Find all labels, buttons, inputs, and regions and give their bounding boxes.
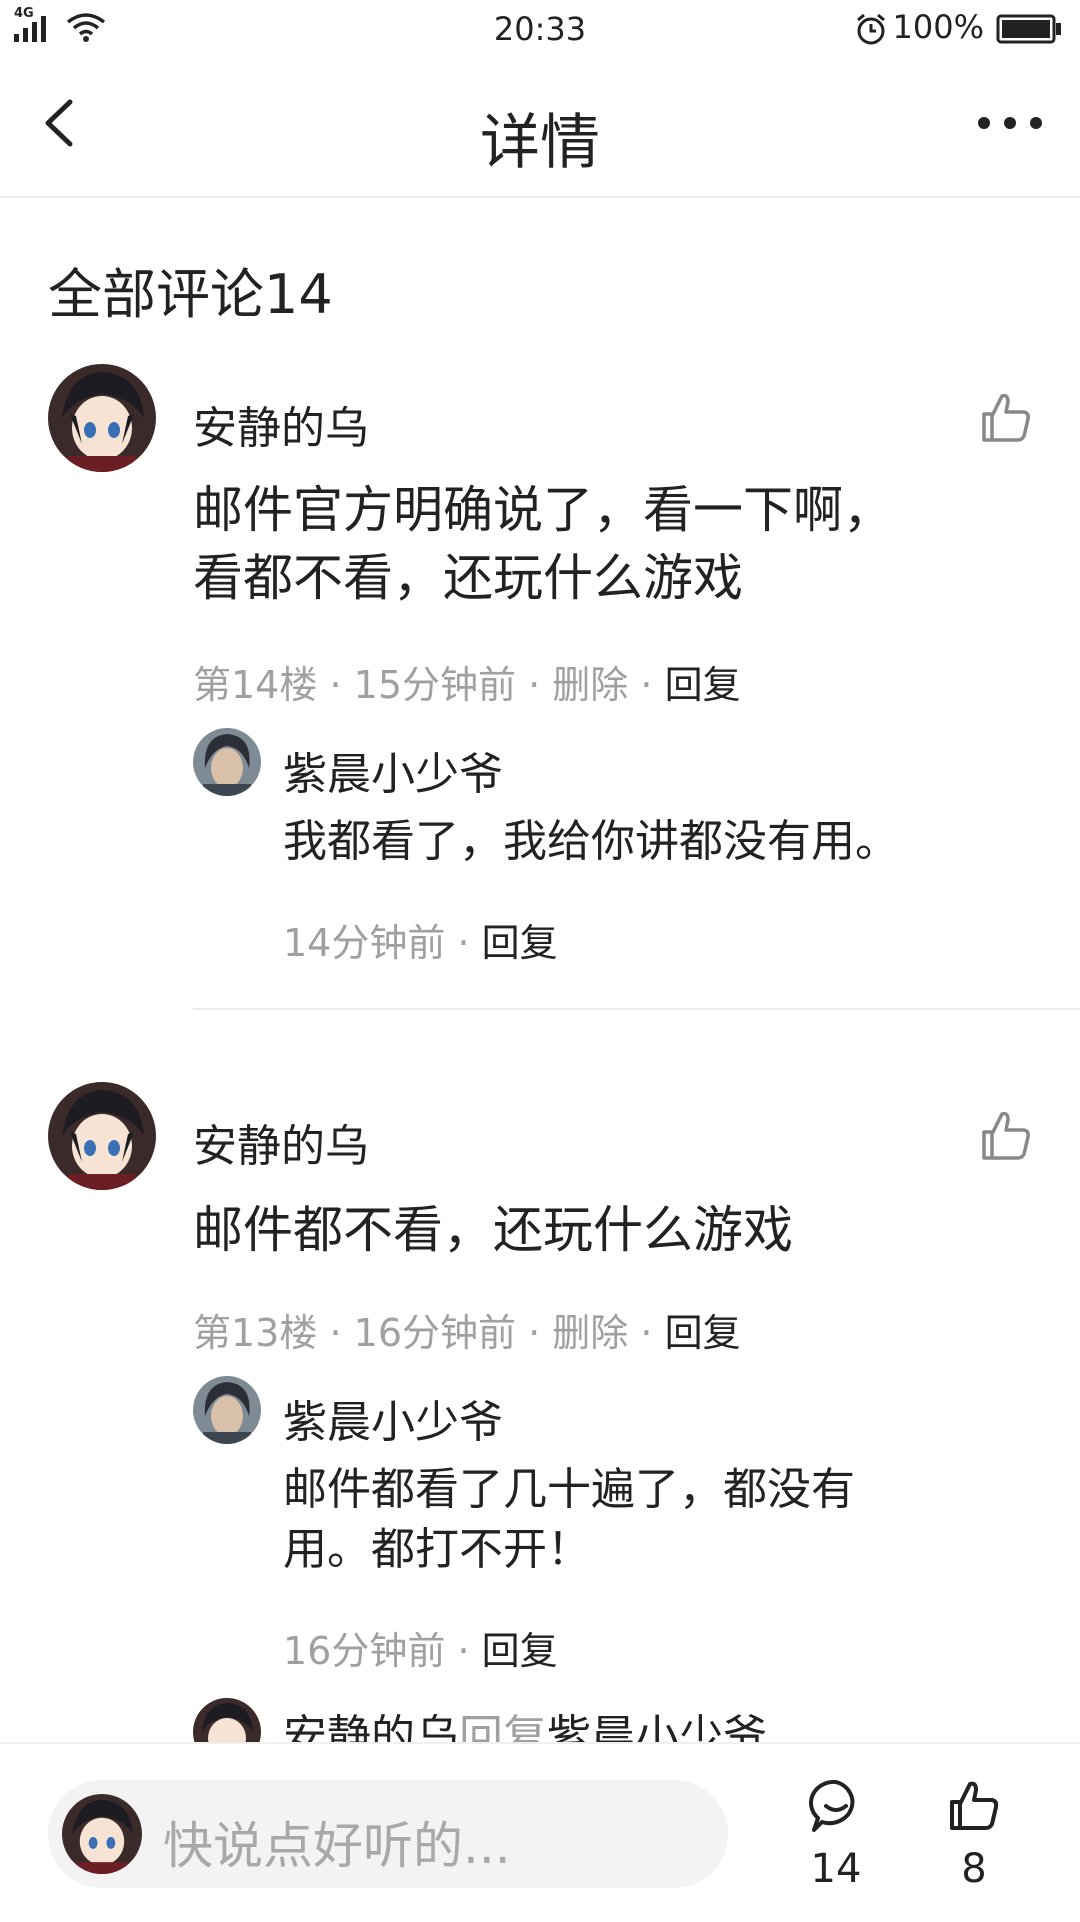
battery-icon	[996, 14, 1062, 44]
reply-avatar[interactable]	[193, 1698, 261, 1742]
reply-text-line: 我都看了，我给你讲都没有用。	[283, 816, 899, 867]
reply-username[interactable]: 紫晨小少爷	[283, 1386, 503, 1450]
comment-divider	[193, 1008, 1080, 1010]
reply-text: 我都看了，我给你讲都没有用。	[283, 812, 1043, 872]
input-placeholder: 快说点好听的...	[163, 1817, 511, 1875]
nav-bar: 详情	[0, 58, 1080, 198]
reply-username[interactable]: 紫晨小少爷	[283, 738, 503, 802]
like-button[interactable]: 8	[924, 1778, 1024, 1908]
avatar[interactable]	[48, 364, 156, 472]
comment-input[interactable]: 快说点好听的...	[48, 1780, 728, 1888]
separator: ·	[528, 663, 541, 707]
reply-link[interactable]: 回复	[665, 1311, 741, 1355]
like-icon[interactable]	[978, 1108, 1034, 1164]
comment-text-line: 邮件都不看，还玩什么游戏	[193, 1201, 793, 1259]
reply-meta: 16分钟前 · 回复	[283, 1620, 558, 1675]
comment-button[interactable]: 14	[786, 1778, 886, 1908]
bottom-bar: 快说点好听的... 14 8	[0, 1742, 1080, 1922]
reply-avatar[interactable]	[193, 728, 261, 796]
floor-label: 第14楼	[193, 663, 318, 707]
more-button[interactable]	[970, 88, 1050, 158]
comment-time: 15分钟前	[353, 663, 516, 707]
like-icon[interactable]	[978, 390, 1034, 446]
reply-link[interactable]: 回复	[482, 921, 558, 965]
comments-section-title: 全部评论14	[48, 263, 333, 326]
battery-percent: 100%	[892, 8, 984, 46]
comment-text-line: 邮件官方明确说了，看一下啊，	[193, 481, 893, 539]
comment-text: 邮件都不看，还玩什么游戏	[193, 1196, 1023, 1264]
comment-text-line: 看都不看，还玩什么游戏	[193, 549, 743, 607]
comment-count: 14	[810, 1846, 862, 1892]
delete-link[interactable]: 删除	[552, 1311, 628, 1355]
comment-username[interactable]: 安静的乌	[193, 392, 369, 456]
reply-time: 16分钟前	[283, 1629, 446, 1673]
comment-time: 16分钟前	[353, 1311, 516, 1355]
reply-text-line: 邮件都看了几十遍了，都没有	[283, 1464, 855, 1515]
status-bar: 4G 20:33 100%	[0, 0, 1080, 58]
comment-text: 邮件官方明确说了，看一下啊， 看都不看，还玩什么游戏	[193, 476, 1023, 612]
reply-verb: 回复	[459, 1711, 547, 1742]
reply-to-user[interactable]: 紫晨小少爷	[547, 1711, 767, 1742]
comment-meta: 第14楼 · 15分钟前 · 删除 · 回复	[193, 654, 741, 709]
separator: ·	[640, 663, 653, 707]
separator: ·	[528, 1311, 541, 1355]
reply-link[interactable]: 回复	[482, 1629, 558, 1673]
alarm-icon	[854, 12, 888, 46]
separator: ·	[457, 921, 470, 965]
more-dots-icon	[978, 117, 1042, 129]
page-title: 详情	[480, 108, 600, 178]
comment-username[interactable]: 安静的乌	[193, 1110, 369, 1174]
floor-label: 第13楼	[193, 1311, 318, 1355]
reply-text-line: 用。都打不开！	[283, 1524, 591, 1575]
separator: ·	[640, 1311, 653, 1355]
like-count: 8	[961, 1846, 987, 1892]
separator: ·	[457, 1629, 470, 1673]
my-avatar	[62, 1794, 142, 1874]
reply-meta: 14分钟前 · 回复	[283, 912, 558, 967]
partial-reply-row: 安静的乌回复紫晨小少爷	[0, 1690, 1080, 1742]
partial-reply-text: 安静的乌回复紫晨小少爷	[283, 1700, 767, 1742]
reply-from-user[interactable]: 安静的乌	[283, 1711, 459, 1742]
separator: ·	[329, 663, 342, 707]
reply-link[interactable]: 回复	[665, 663, 741, 707]
reply-text: 邮件都看了几十遍了，都没有 用。都打不开！	[283, 1460, 1043, 1580]
reply-time: 14分钟前	[283, 921, 446, 965]
avatar[interactable]	[48, 1082, 156, 1190]
delete-link[interactable]: 删除	[552, 663, 628, 707]
comment-bubble-icon	[809, 1779, 855, 1832]
separator: ·	[329, 1311, 342, 1355]
thumbs-up-icon	[950, 1781, 999, 1830]
comment-meta: 第13楼 · 16分钟前 · 删除 · 回复	[193, 1302, 741, 1357]
reply-avatar[interactable]	[193, 1376, 261, 1444]
